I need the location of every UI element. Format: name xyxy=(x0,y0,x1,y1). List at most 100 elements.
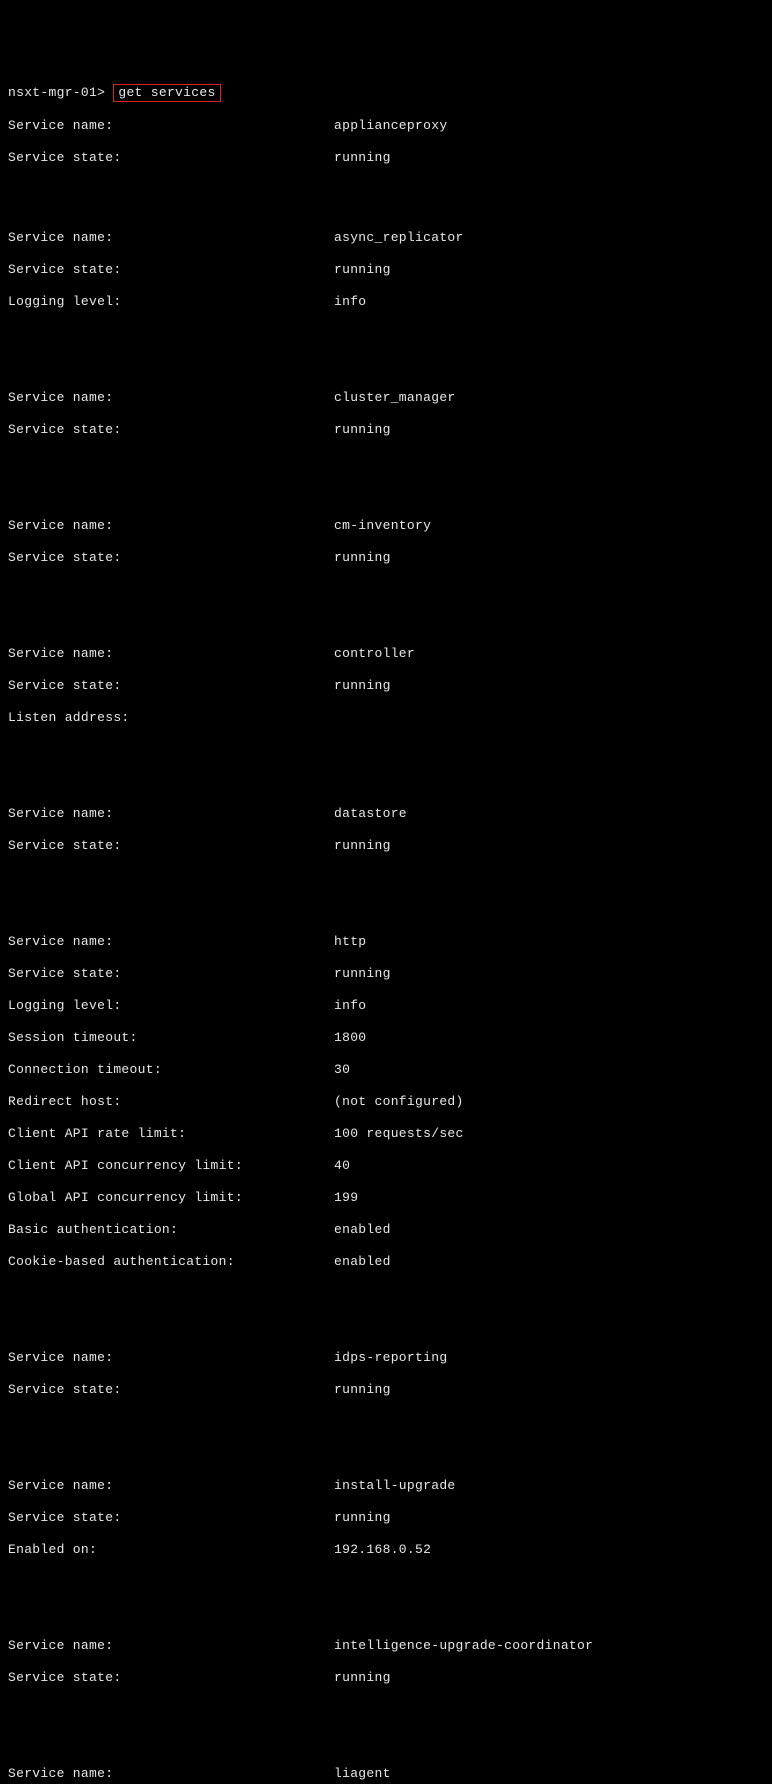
label-service-name: Service name: xyxy=(8,1766,334,1782)
value-service-name: cluster_manager xyxy=(334,390,456,406)
service-row: Service name:intelligence-upgrade-coordi… xyxy=(8,1638,764,1654)
service-row: Service name:controller xyxy=(8,646,764,662)
service-row: Service state:running xyxy=(8,1670,764,1686)
label-service-name: Service name: xyxy=(8,1638,334,1654)
service-row: Session timeout:1800 xyxy=(8,1030,764,1046)
label-service-name: Service name: xyxy=(8,646,334,662)
label-service-state: Service state: xyxy=(8,422,334,438)
service-row: Service state:running xyxy=(8,1382,764,1398)
label-global-api-concurrency: Global API concurrency limit: xyxy=(8,1190,334,1206)
label-service-name: Service name: xyxy=(8,118,334,134)
service-row: Service state:running xyxy=(8,550,764,566)
value-connection-timeout: 30 xyxy=(334,1062,350,1078)
service-row: Logging level:info xyxy=(8,294,764,310)
value-service-state: running xyxy=(334,550,391,566)
value-service-state: running xyxy=(334,1670,391,1686)
service-block: Service name:datastore Service state:run… xyxy=(8,790,764,870)
label-service-name: Service name: xyxy=(8,1350,334,1366)
service-row: Service state:running xyxy=(8,150,764,166)
service-row: Cookie-based authentication:enabled xyxy=(8,1254,764,1270)
value-service-state: running xyxy=(334,1382,391,1398)
label-service-name: Service name: xyxy=(8,230,334,246)
value-service-state: running xyxy=(334,678,391,694)
label-service-name: Service name: xyxy=(8,806,334,822)
value-service-name: http xyxy=(334,934,366,950)
terminal-output: nsxt-mgr-01> get services Service name:a… xyxy=(8,68,764,1784)
label-cookie-auth: Cookie-based authentication: xyxy=(8,1254,334,1270)
label-service-state: Service state: xyxy=(8,966,334,982)
label-service-state: Service state: xyxy=(8,1382,334,1398)
value-cookie-auth: enabled xyxy=(334,1254,391,1270)
value-session-timeout: 1800 xyxy=(334,1030,366,1046)
label-client-api-concurrency: Client API concurrency limit: xyxy=(8,1158,334,1174)
value-redirect-host: (not configured) xyxy=(334,1094,464,1110)
value-service-name: liagent xyxy=(334,1766,391,1782)
service-row: Service state:running xyxy=(8,262,764,278)
value-service-name: intelligence-upgrade-coordinator xyxy=(334,1638,593,1654)
label-logging-level: Logging level: xyxy=(8,998,334,1014)
service-block: Service name:http Service state:running … xyxy=(8,918,764,1286)
label-redirect-host: Redirect host: xyxy=(8,1094,334,1110)
value-service-state: running xyxy=(334,966,391,982)
value-service-state: running xyxy=(334,838,391,854)
service-row: Service state:running xyxy=(8,838,764,854)
value-service-name: controller xyxy=(334,646,415,662)
value-global-api-concurrency: 199 xyxy=(334,1190,358,1206)
service-block: Service name:cluster_manager Service sta… xyxy=(8,374,764,454)
value-service-state: running xyxy=(334,1510,391,1526)
value-service-state: running xyxy=(334,262,391,278)
service-row: Service name:cm-inventory xyxy=(8,518,764,534)
service-row: Client API rate limit:100 requests/sec xyxy=(8,1126,764,1142)
prompt-line[interactable]: nsxt-mgr-01> get services xyxy=(8,84,764,102)
value-service-name: applianceproxy xyxy=(334,118,447,134)
value-service-state: running xyxy=(334,150,391,166)
value-logging-level: info xyxy=(334,294,366,310)
service-row: Client API concurrency limit:40 xyxy=(8,1158,764,1174)
label-service-state: Service state: xyxy=(8,550,334,566)
service-row: Service name:liagent xyxy=(8,1766,764,1782)
value-service-name: idps-reporting xyxy=(334,1350,447,1366)
service-row: Logging level:info xyxy=(8,998,764,1014)
label-session-timeout: Session timeout: xyxy=(8,1030,334,1046)
label-service-name: Service name: xyxy=(8,518,334,534)
value-service-name: datastore xyxy=(334,806,407,822)
service-row: Service name:async_replicator xyxy=(8,230,764,246)
service-row: Service name:idps-reporting xyxy=(8,1350,764,1366)
value-client-api-concurrency: 40 xyxy=(334,1158,350,1174)
prompt-host: nsxt-mgr-01 xyxy=(8,85,97,100)
service-block: Service name:install-upgrade Service sta… xyxy=(8,1462,764,1574)
prompt-symbol: > xyxy=(97,85,105,100)
value-service-name: install-upgrade xyxy=(334,1478,456,1494)
service-row: Service name:install-upgrade xyxy=(8,1478,764,1494)
value-logging-level: info xyxy=(334,998,366,1014)
service-row: Service state:running xyxy=(8,966,764,982)
label-service-name: Service name: xyxy=(8,934,334,950)
value-basic-auth: enabled xyxy=(334,1222,391,1238)
label-service-state: Service state: xyxy=(8,150,334,166)
service-block: Service name:cm-inventory Service state:… xyxy=(8,502,764,582)
service-row: Service name:cluster_manager xyxy=(8,390,764,406)
service-row: Connection timeout:30 xyxy=(8,1062,764,1078)
label-logging-level: Logging level: xyxy=(8,294,334,310)
service-block: Service name:async_replicator Service st… xyxy=(8,214,764,326)
service-row: Service name:applianceproxy xyxy=(8,118,764,134)
service-block: Service name:liagent Service state:stopp… xyxy=(8,1750,764,1784)
service-row: Listen address: xyxy=(8,710,764,726)
label-listen-address: Listen address: xyxy=(8,710,334,726)
label-service-state: Service state: xyxy=(8,1670,334,1686)
service-row: Global API concurrency limit:199 xyxy=(8,1190,764,1206)
label-enabled-on: Enabled on: xyxy=(8,1542,334,1558)
value-service-state: running xyxy=(334,422,391,438)
label-connection-timeout: Connection timeout: xyxy=(8,1062,334,1078)
label-basic-auth: Basic authentication: xyxy=(8,1222,334,1238)
value-service-name: cm-inventory xyxy=(334,518,431,534)
service-row: Service state:running xyxy=(8,1510,764,1526)
label-service-name: Service name: xyxy=(8,390,334,406)
command-text: get services xyxy=(113,84,220,102)
label-client-api-rate: Client API rate limit: xyxy=(8,1126,334,1142)
value-client-api-rate: 100 requests/sec xyxy=(334,1126,464,1142)
service-row: Service name:datastore xyxy=(8,806,764,822)
service-block: Service name:idps-reporting Service stat… xyxy=(8,1334,764,1414)
value-service-name: async_replicator xyxy=(334,230,464,246)
service-row: Basic authentication:enabled xyxy=(8,1222,764,1238)
